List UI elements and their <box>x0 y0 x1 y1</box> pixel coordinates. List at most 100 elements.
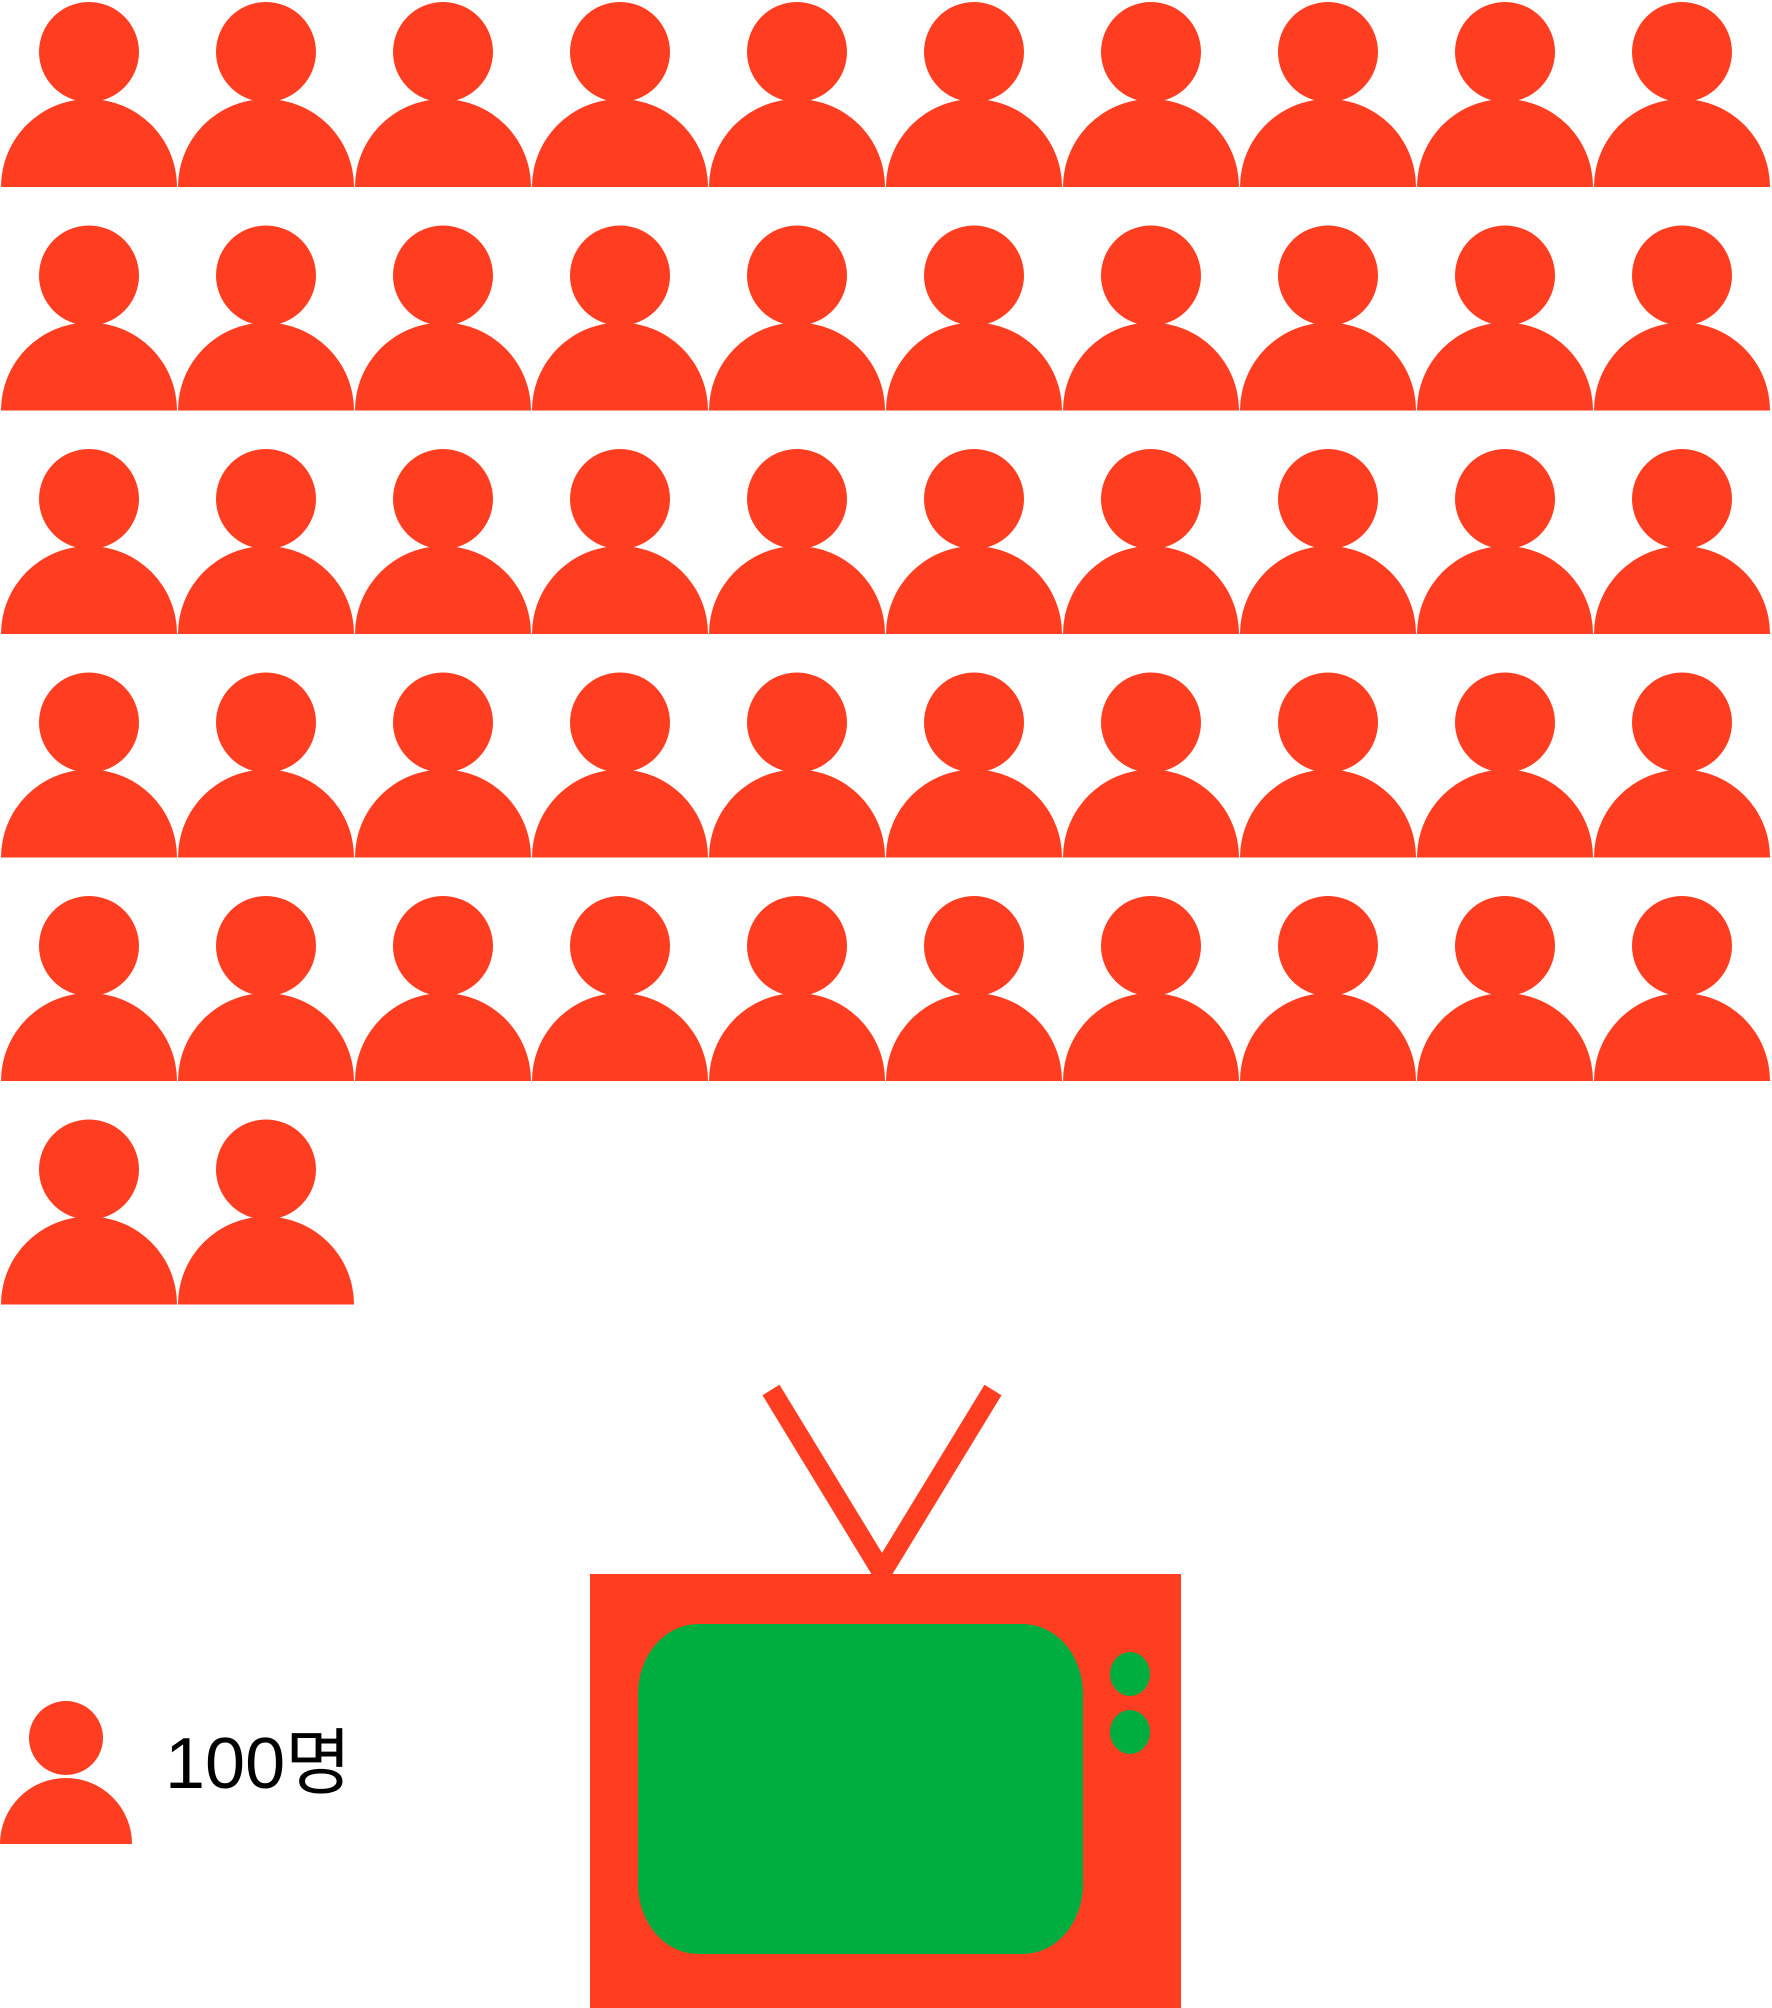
person-body <box>1063 769 1239 858</box>
person-body <box>1417 546 1593 634</box>
person-head <box>39 225 139 326</box>
person-head <box>1101 896 1201 996</box>
person-icon <box>1063 449 1239 634</box>
television-icon <box>590 1384 1181 2008</box>
person-icon <box>1417 2 1593 187</box>
person-body <box>1240 322 1416 411</box>
person-head <box>924 896 1024 996</box>
person-icon <box>1417 449 1593 634</box>
person-body <box>709 99 885 187</box>
person-body <box>178 546 354 634</box>
person-body <box>355 322 531 411</box>
person-icon <box>1417 672 1593 858</box>
person-body <box>1417 993 1593 1081</box>
person-head <box>39 2 139 102</box>
person-icon <box>1240 225 1416 411</box>
tv-knob <box>1110 1652 1150 1696</box>
person-head <box>1632 672 1732 773</box>
person-icon <box>1063 225 1239 411</box>
person-body <box>532 769 708 858</box>
person-icon <box>532 449 708 634</box>
person-body <box>886 546 1062 634</box>
person-icon <box>709 2 885 187</box>
person-icon <box>886 896 1062 1081</box>
person-icon <box>1 672 178 858</box>
person-head <box>216 896 316 996</box>
person-head <box>747 225 847 326</box>
person-icon <box>355 225 531 411</box>
person-head <box>216 225 316 326</box>
person-head <box>1632 2 1732 102</box>
person-head <box>1101 2 1201 102</box>
person-head <box>747 2 847 102</box>
person-icon <box>355 672 531 858</box>
person-icon <box>1594 225 1770 411</box>
person-icon <box>1594 449 1770 634</box>
person-body <box>1240 546 1416 634</box>
person-body <box>1 99 177 187</box>
person-head <box>393 225 493 326</box>
person-icon <box>709 225 885 411</box>
person-body <box>1 546 177 634</box>
person-body <box>355 993 531 1081</box>
person-icon <box>1594 896 1770 1081</box>
person-head <box>216 2 316 102</box>
person-head <box>393 2 493 102</box>
person-icon <box>355 896 531 1081</box>
person-head <box>1278 449 1378 549</box>
person-icon <box>178 449 354 634</box>
person-head <box>216 672 316 773</box>
person-icon <box>532 2 708 187</box>
person-body <box>355 99 531 187</box>
person-icon <box>886 672 1062 858</box>
person-body <box>886 322 1062 411</box>
person-icon <box>1240 672 1416 858</box>
person-head <box>1632 225 1732 326</box>
person-body <box>1 322 178 411</box>
person-head <box>1455 896 1555 996</box>
person-icon <box>355 2 531 187</box>
legend-label: 100명 <box>165 1724 352 1804</box>
person-body <box>1417 322 1593 411</box>
person-head <box>570 672 670 773</box>
person-icon <box>886 225 1062 411</box>
person-icon <box>532 672 708 858</box>
person-icon <box>532 896 708 1081</box>
person-head <box>1632 896 1732 996</box>
person-head <box>924 2 1024 102</box>
person-body <box>178 1216 354 1305</box>
person-body <box>1063 546 1239 634</box>
person-head <box>1455 2 1555 102</box>
person-body <box>178 99 354 187</box>
person-body <box>1417 99 1593 187</box>
person-head <box>39 449 139 549</box>
person-body <box>1240 769 1416 858</box>
person-body <box>886 993 1062 1081</box>
person-icon <box>1 896 177 1081</box>
person-body <box>1594 993 1770 1081</box>
person-body <box>709 546 885 634</box>
person-body <box>355 546 531 634</box>
person-body <box>1 769 178 858</box>
person-icon <box>1 2 177 187</box>
person-body <box>886 769 1062 858</box>
person-head <box>747 449 847 549</box>
person-body <box>709 322 885 411</box>
legend-person-icon <box>0 1701 132 1844</box>
person-head <box>393 449 493 549</box>
person-body <box>532 546 708 634</box>
person-head <box>570 2 670 102</box>
person-head <box>1278 672 1378 773</box>
tv-knob <box>1110 1710 1150 1754</box>
person-icon <box>178 896 354 1081</box>
person-icon <box>886 449 1062 634</box>
person-icon <box>886 2 1062 187</box>
person-head <box>1101 672 1201 773</box>
person-body <box>1594 546 1770 634</box>
person-icon <box>532 225 708 411</box>
person-head <box>1455 672 1555 773</box>
person-icon <box>1240 449 1416 634</box>
person-head <box>216 449 316 549</box>
person-icon <box>1 1119 178 1305</box>
person-icon <box>178 2 354 187</box>
